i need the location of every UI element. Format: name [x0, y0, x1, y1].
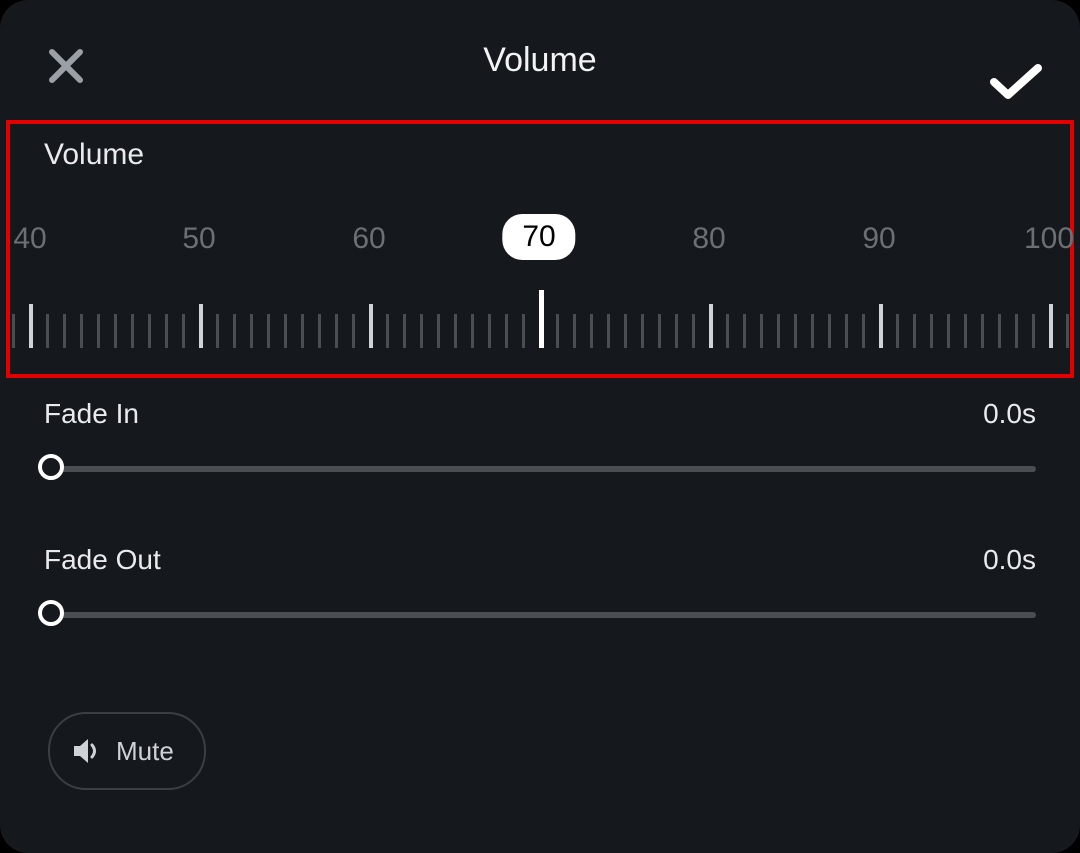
- mute-label: Mute: [116, 736, 174, 767]
- checkmark-icon: [988, 62, 1044, 102]
- fade-in-slider[interactable]: [44, 454, 1036, 482]
- header-title: Volume: [483, 41, 596, 80]
- slider-thumb[interactable]: [38, 454, 64, 480]
- confirm-button[interactable]: [984, 56, 1048, 108]
- fade-out-row: Fade Out 0.0s: [44, 544, 1036, 576]
- scale-number: 90: [862, 222, 895, 256]
- volume-value-pill: 70: [502, 214, 575, 260]
- fade-out-label: Fade Out: [44, 544, 161, 575]
- volume-label: Volume: [0, 138, 144, 172]
- header: Volume: [0, 0, 1080, 120]
- scale-number: 100: [1024, 222, 1074, 256]
- speaker-icon: [72, 737, 102, 765]
- scale-number: 60: [352, 222, 385, 256]
- close-icon: [46, 46, 86, 86]
- slider-thumb[interactable]: [38, 600, 64, 626]
- volume-panel: Volume Volume 40 50 60 70 80 90 100 Fade…: [0, 0, 1080, 853]
- fade-out-value: 0.0s: [983, 544, 1036, 576]
- volume-scale[interactable]: 40 50 60 70 80 90 100: [0, 200, 1080, 370]
- scale-number: 80: [692, 222, 725, 256]
- fade-in-label: Fade In: [44, 398, 139, 429]
- mute-button[interactable]: Mute: [48, 712, 206, 790]
- close-button[interactable]: [40, 40, 92, 92]
- scale-number: 40: [13, 222, 46, 256]
- slider-track: [44, 612, 1036, 618]
- scale-number: 50: [182, 222, 215, 256]
- volume-ticks: [0, 298, 1080, 352]
- slider-track: [44, 466, 1036, 472]
- fade-in-value: 0.0s: [983, 398, 1036, 430]
- fade-in-row: Fade In 0.0s: [44, 398, 1036, 430]
- fade-out-slider[interactable]: [44, 600, 1036, 628]
